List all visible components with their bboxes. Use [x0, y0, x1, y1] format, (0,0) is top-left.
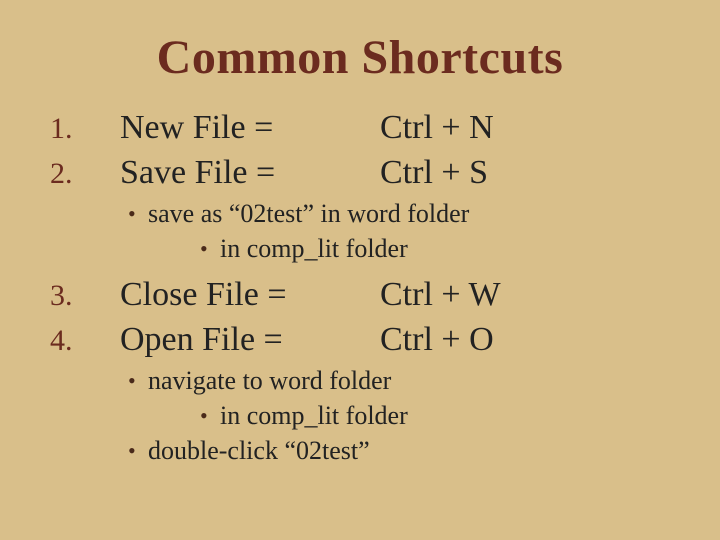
shortcut-row-4: 4. Open File = Ctrl + O	[50, 319, 670, 362]
sub-bullet: save as “02test” in word folder	[128, 196, 670, 231]
list-number: 1.	[50, 114, 120, 144]
shortcut-label: Open File =	[120, 319, 380, 362]
shortcut-label: Close File =	[120, 274, 380, 317]
sub-sub-bullet: in comp_lit folder	[200, 398, 670, 433]
shortcut-key: Ctrl + W	[380, 274, 501, 317]
shortcut-label: Save File =	[120, 152, 380, 195]
list-number: 2.	[50, 159, 120, 189]
list-number: 3.	[50, 281, 120, 311]
spacer	[50, 266, 670, 274]
shortcut-key: Ctrl + N	[380, 107, 494, 150]
sub-sub-bullet: in comp_lit folder	[200, 231, 670, 266]
shortcut-label: New File =	[120, 107, 380, 150]
sub-bullet: navigate to word folder	[128, 363, 670, 398]
sub-bullet: double-click “02test”	[128, 433, 670, 468]
list-number: 4.	[50, 326, 120, 356]
shortcut-key: Ctrl + S	[380, 152, 488, 195]
shortcut-row-3: 3. Close File = Ctrl + W	[50, 274, 670, 317]
shortcut-row-1: 1. New File = Ctrl + N	[50, 107, 670, 150]
slide: Common Shortcuts 1. New File = Ctrl + N …	[0, 0, 720, 540]
shortcut-key: Ctrl + O	[380, 319, 494, 362]
shortcut-row-2: 2. Save File = Ctrl + S	[50, 152, 670, 195]
slide-title: Common Shortcuts	[50, 30, 670, 85]
